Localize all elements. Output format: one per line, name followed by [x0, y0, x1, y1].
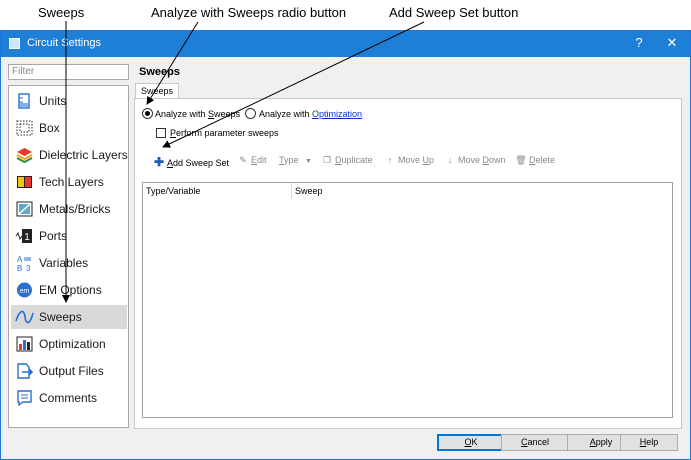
- arrow-to-analyze-radio: [146, 21, 199, 105]
- arrow-to-add-sweep-set: [162, 21, 425, 148]
- callout-arrows: [62, 21, 425, 303]
